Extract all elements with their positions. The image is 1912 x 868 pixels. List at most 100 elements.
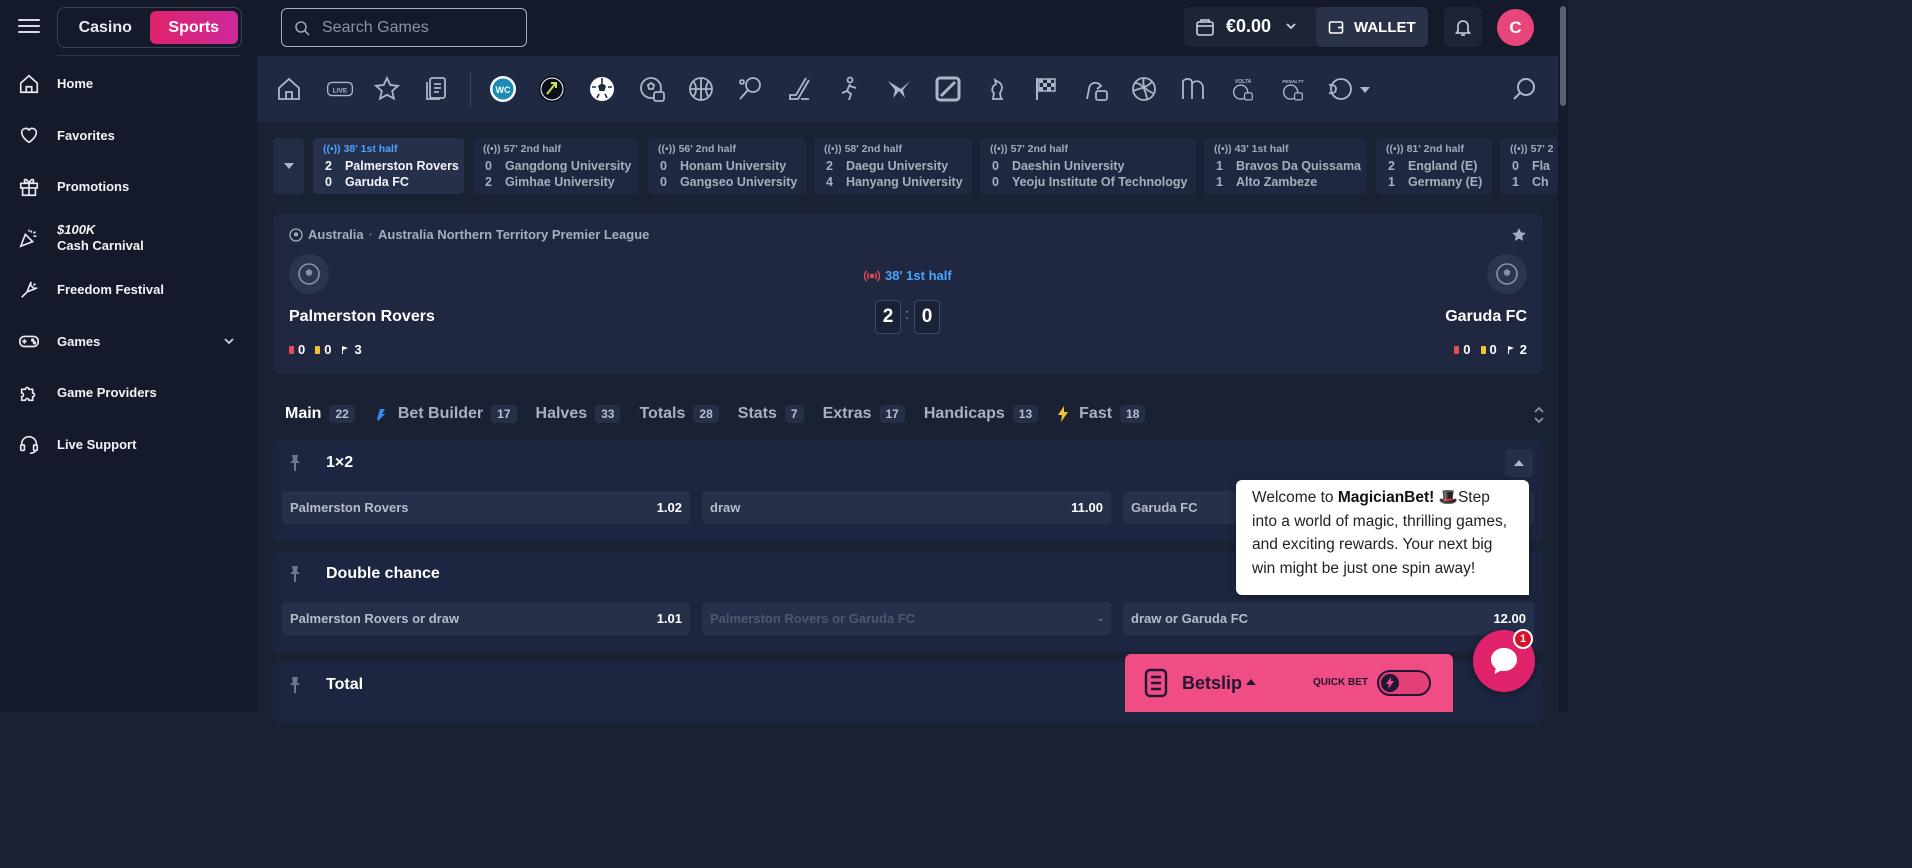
tab-halves[interactable]: Halves 33: [536, 405, 621, 423]
sidebar-item-cash-carnival[interactable]: $100K Cash Carnival: [0, 213, 257, 265]
outcome-label: Garuda FC: [1131, 500, 1198, 515]
soccer-icon[interactable]: [587, 74, 617, 104]
live-match-card[interactable]: ((•)) 56' 2nd half 0 Honam University 0 Ga…: [648, 138, 806, 194]
chat-welcome-message[interactable]: Welcome to MagicianBet! 🎩Step into a wor…: [1236, 480, 1529, 595]
country-link[interactable]: Australia: [308, 227, 364, 242]
live-match-card[interactable]: ((•)) 38' 1st half 2 Palmerston Rovers 0G…: [313, 138, 464, 194]
sidebar-item-games[interactable]: Games: [0, 316, 257, 368]
tab-totals[interactable]: Totals 28: [639, 405, 719, 423]
quick-bet-label: QUICK BET: [1313, 677, 1368, 688]
tab-extras[interactable]: Extras 17: [823, 405, 905, 423]
away-score: 4: [826, 175, 833, 189]
live-match-card[interactable]: ((•)) 57' 2nd half 0 Gangdong University …: [473, 138, 639, 194]
odds-button[interactable]: Palmerston Rovers 1.02: [282, 491, 690, 524]
odds-button[interactable]: Palmerston Rovers or draw 1.01: [282, 602, 690, 635]
quick-bet-toggle[interactable]: [1377, 670, 1431, 696]
search-box[interactable]: [281, 8, 527, 47]
avatar[interactable]: C: [1497, 9, 1534, 46]
sports-tab[interactable]: Sports: [149, 11, 238, 44]
live-match-card[interactable]: ((•)) 57' 2nd half 0 Daeshin University 0…: [980, 138, 1196, 194]
odds-value: 12.00: [1493, 611, 1526, 626]
tab-bet-builder[interactable]: Bet Builder 17: [374, 405, 517, 423]
betslip-bar[interactable]: Betslip QUICK BET: [1125, 654, 1453, 712]
tab-main[interactable]: Main 22: [285, 405, 355, 423]
live-match-card[interactable]: ((•)) 58' 2nd half 2 Daegu University 4 Ha…: [814, 138, 972, 194]
sports-home-icon[interactable]: [274, 74, 304, 104]
menu-icon[interactable]: [18, 16, 40, 36]
sidebar-item-freedom-festival[interactable]: Freedom Festival: [0, 264, 257, 316]
handball-icon[interactable]: [1178, 74, 1208, 104]
table-tennis-icon[interactable]: [933, 74, 963, 104]
live-match-card[interactable]: ((•)) 81' 2nd half 2 England (E) 1 Germany…: [1376, 138, 1492, 194]
sidebar-item-promotions[interactable]: Promotions: [0, 161, 257, 213]
league-link[interactable]: Australia Northern Territory Premier Lea…: [378, 227, 649, 242]
search-icon[interactable]: [1510, 74, 1540, 104]
odds-button[interactable]: draw 11.00: [702, 491, 1111, 524]
sidebar-item-live-support[interactable]: Live Support: [0, 419, 257, 471]
collapse-market-button[interactable]: [1505, 449, 1533, 477]
wallet-button[interactable]: WALLET: [1316, 7, 1428, 47]
gift-icon: [19, 178, 39, 196]
more-sports-icon[interactable]: [1325, 74, 1355, 104]
live-match-card[interactable]: ((•)) 43' 1st half 1 Bravos Da Quissama 1…: [1204, 138, 1367, 194]
pin-icon[interactable]: [287, 454, 303, 472]
basketball-icon[interactable]: [686, 74, 716, 104]
pin-icon[interactable]: [287, 565, 303, 583]
esports-icon[interactable]: [1080, 74, 1110, 104]
notifications-button[interactable]: [1444, 7, 1482, 47]
tab-fast[interactable]: Fast 18: [1057, 405, 1146, 423]
cricket-icon[interactable]: [834, 74, 864, 104]
collapse-all-icon[interactable]: [1528, 404, 1550, 426]
tab-count: 7: [784, 405, 804, 423]
collapse-strip-button[interactable]: [273, 138, 304, 194]
live-match-card[interactable]: ((•)) 57' 2 0 Fla 1 Ch: [1500, 138, 1558, 194]
casino-tab[interactable]: Casino: [61, 11, 150, 44]
star-icon[interactable]: [1511, 227, 1527, 243]
live-match-away: 0 Yeoju Institute Of Technology: [992, 175, 1187, 189]
chess-icon[interactable]: [982, 74, 1012, 104]
yellow-card-icon: [1480, 345, 1486, 354]
volleyball-icon[interactable]: [884, 74, 914, 104]
volleyball-icon[interactable]: [1129, 74, 1159, 104]
scrollbar[interactable]: [1558, 0, 1568, 712]
live-match-time: ((•)) 57' 2nd half: [483, 143, 561, 155]
away-score: 1: [1512, 175, 1519, 189]
live-icon[interactable]: LIVE: [323, 74, 357, 104]
betslip-history-icon[interactable]: [422, 74, 452, 104]
sidebar-item-favorites[interactable]: Favorites: [0, 110, 257, 162]
racing-flag-icon[interactable]: [1031, 74, 1061, 104]
ice-hockey-icon[interactable]: [785, 74, 815, 104]
star-icon[interactable]: [372, 74, 402, 104]
sidebar-item-game-providers[interactable]: Game Providers: [0, 367, 257, 419]
tab-label: Bet Builder: [397, 405, 484, 422]
efootball-icon[interactable]: [637, 74, 667, 104]
chevron-down-icon[interactable]: [1357, 74, 1373, 104]
odds-button[interactable]: draw or Garuda FC 12.00: [1123, 602, 1534, 635]
balance-dropdown[interactable]: €0.00 WALLET: [1184, 7, 1428, 47]
world-cup-icon[interactable]: WC: [488, 74, 518, 104]
scrollbar-thumb[interactable]: [1560, 6, 1566, 106]
wallet-label: WALLET: [1354, 18, 1416, 36]
balance-amount: €0.00: [1226, 16, 1272, 36]
pin-icon[interactable]: [287, 676, 303, 694]
search-input[interactable]: [322, 9, 517, 46]
volta-icon[interactable]: VOLTA: [1225, 74, 1261, 104]
penalty-icon[interactable]: PENALTY: [1275, 74, 1311, 104]
tab-count: 13: [1012, 405, 1039, 423]
tab-handicaps[interactable]: Handicaps 13: [924, 405, 1039, 423]
tab-label: Extras: [822, 405, 872, 422]
sidebar-item-home[interactable]: Home: [0, 58, 257, 110]
away-team-logo: [1487, 254, 1527, 294]
away-team: Hanyang University: [845, 175, 963, 189]
caret-down-icon: [283, 163, 294, 169]
tennis-icon[interactable]: [735, 74, 765, 104]
live-match-time-text: 58' 2nd half: [844, 143, 902, 155]
volta-label: VOLTA: [1235, 79, 1252, 85]
odds-value: 11.00: [1071, 500, 1103, 515]
chevron-down-icon[interactable]: [223, 335, 235, 347]
match-status: 38' 1st half: [864, 268, 952, 283]
live-match-time: ((•)) 38' 1st half: [323, 143, 398, 155]
tennis-badge-icon[interactable]: [537, 74, 567, 104]
live-match-home: 0 Fla: [1512, 159, 1550, 173]
tab-stats[interactable]: Stats 7: [738, 405, 804, 423]
